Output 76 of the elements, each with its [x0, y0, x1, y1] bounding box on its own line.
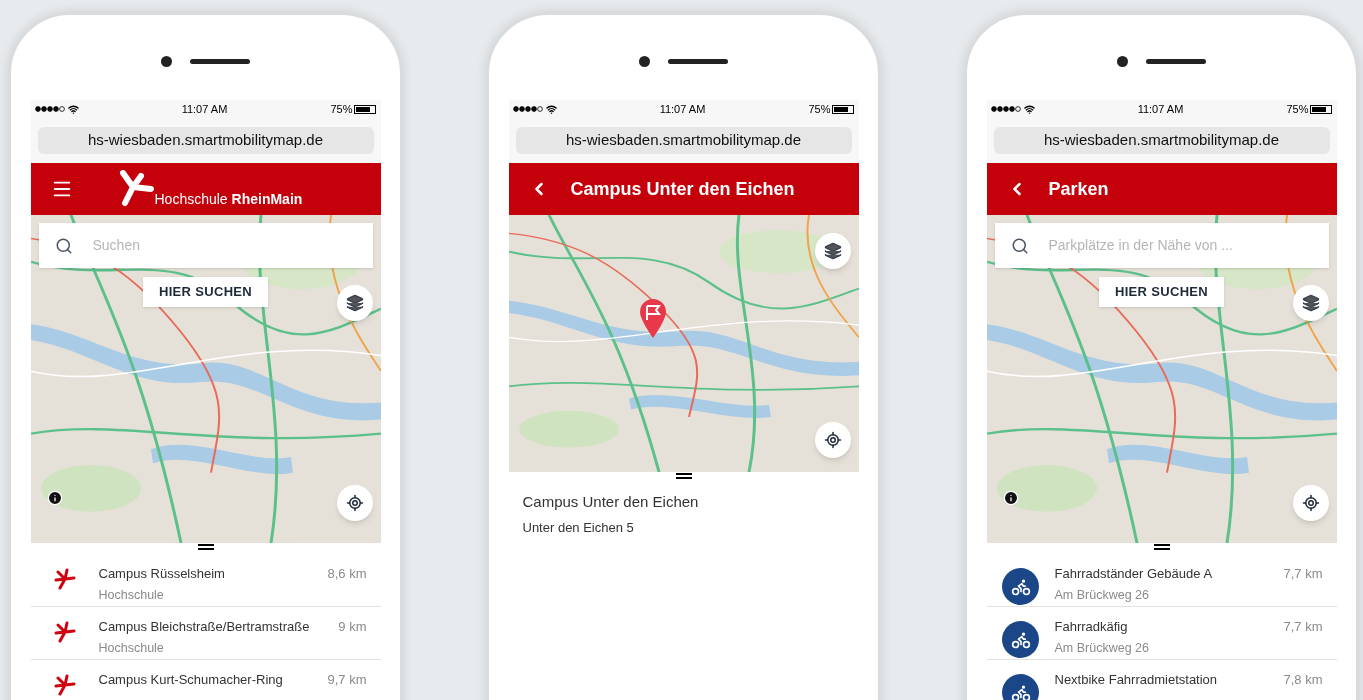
list-item[interactable]: Campus Rüsselsheim Hochschule 8,6 km [30, 554, 381, 607]
distance-label: 7,7 km [1282, 565, 1324, 583]
speaker-icon [668, 59, 728, 64]
search-here-button[interactable]: HIER SUCHEN [1098, 277, 1225, 307]
asterisk-icon [53, 568, 76, 590]
search-icon [54, 236, 73, 255]
asterisk-icon [53, 621, 76, 643]
item-title: Fahrradkäfig [1054, 618, 1129, 636]
url-bar[interactable]: hs-wiesbaden.smartmobilitymap.de [993, 127, 1330, 154]
item-title: Campus Rüsselsheim [98, 565, 226, 583]
search-bar[interactable]: Suchen [38, 223, 373, 268]
signal-icon [990, 106, 1021, 112]
list-item[interactable]: Nextbike Fahrradmietstation 7,8 km [986, 660, 1337, 700]
layers-icon [345, 294, 364, 312]
asterisk-icon [53, 674, 76, 696]
header-title: Campus Unter den Eichen [570, 177, 795, 201]
flag-marker-icon [638, 298, 667, 338]
status-time: 11:07 AM [659, 101, 706, 117]
battery-icon [354, 104, 377, 114]
item-title: Campus Kurt-Schumacher-Ring [98, 671, 284, 689]
locate-icon [345, 494, 364, 512]
drag-handle-icon[interactable] [675, 473, 692, 479]
distance-label: 8,6 km [326, 565, 368, 583]
camera-icon [1117, 56, 1128, 67]
item-title: Nextbike Fahrradmietstation [1054, 671, 1219, 689]
search-input[interactable]: Parkplätze in der Nähe von ... [1048, 235, 1313, 256]
battery-label: 75% [330, 101, 353, 117]
list-item[interactable]: Campus Kurt-Schumacher-Ring 9,7 km [30, 660, 381, 700]
place-title: Campus Unter den Eichen [522, 492, 700, 512]
header-title: Parken [1048, 177, 1109, 201]
item-subtitle: Am Brückweg 26 [1054, 586, 1150, 604]
camera-icon [161, 56, 172, 67]
item-subtitle: Hochschule [98, 639, 165, 657]
battery-icon [832, 104, 855, 114]
logo-text: Hochschule RheinMain [154, 190, 303, 209]
signal-icon [34, 106, 65, 112]
distance-label: 9 km [337, 618, 368, 636]
url-bar[interactable]: hs-wiesbaden.smartmobilitymap.de [37, 127, 374, 154]
search-input[interactable]: Suchen [92, 235, 357, 256]
locate-icon [1301, 494, 1320, 512]
list-item[interactable]: Campus Bleichstraße/Bertramstraße Hochschule 9 km [30, 607, 381, 660]
list-item[interactable]: Fahrradständer Gebäude A Am Brückweg 26 7,7 km [986, 554, 1337, 607]
distance-label: 7,8 km [1282, 671, 1324, 689]
speaker-icon [190, 59, 250, 64]
wifi-icon [545, 103, 557, 115]
bicycle-icon [1002, 621, 1039, 658]
locate-icon [823, 431, 842, 449]
layers-icon [823, 242, 842, 260]
status-time: 11:07 AM [181, 101, 228, 117]
item-title: Fahrradständer Gebäude A [1054, 565, 1214, 583]
search-here-button[interactable]: HIER SUCHEN [142, 277, 269, 307]
list-item[interactable]: Fahrradkäfig Am Brückweg 26 7,7 km [986, 607, 1337, 660]
drag-handle-icon[interactable] [1153, 544, 1170, 550]
status-time: 11:07 AM [1137, 101, 1184, 117]
search-icon [1010, 236, 1029, 255]
item-title: Campus Bleichstraße/Bertramstraße [98, 618, 311, 636]
distance-label: 9,7 km [326, 671, 368, 689]
battery-label: 75% [1286, 101, 1309, 117]
item-subtitle: Am Brückweg 26 [1054, 639, 1150, 657]
url-bar[interactable]: hs-wiesbaden.smartmobilitymap.de [515, 127, 852, 154]
speaker-icon [1146, 59, 1206, 64]
battery-label: 75% [808, 101, 831, 117]
distance-label: 7,7 km [1282, 618, 1324, 636]
drag-handle-icon[interactable] [197, 544, 214, 550]
layers-icon [1301, 294, 1320, 312]
wifi-icon [1023, 103, 1035, 115]
camera-icon [639, 56, 650, 67]
search-bar[interactable]: Parkplätze in der Nähe von ... [994, 223, 1329, 268]
info-icon[interactable] [1002, 490, 1019, 506]
wifi-icon [67, 103, 79, 115]
battery-icon [1310, 104, 1333, 114]
place-address: Unter den Eichen 5 [522, 518, 635, 537]
info-icon[interactable] [46, 490, 63, 506]
item-subtitle: Hochschule [98, 586, 165, 604]
signal-icon [512, 106, 543, 112]
bicycle-icon [1002, 568, 1039, 605]
